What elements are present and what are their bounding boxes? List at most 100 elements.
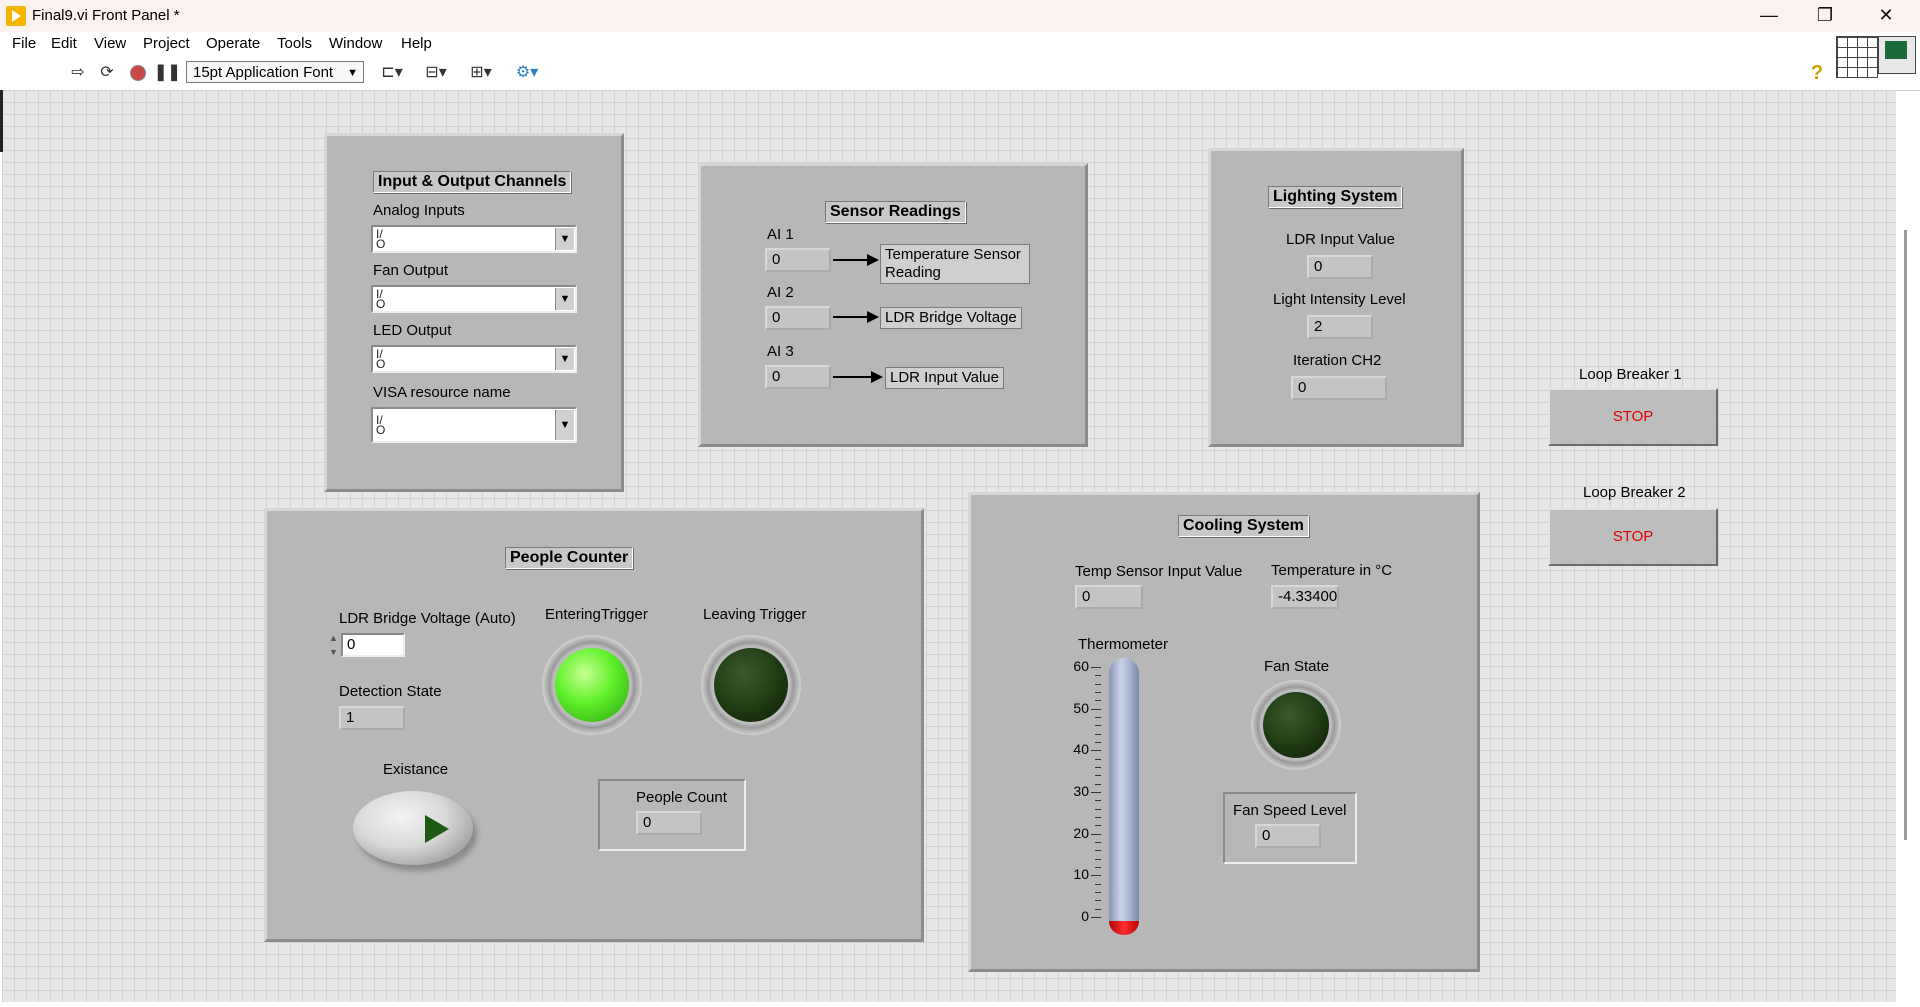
ldr-input-value-indicator: 0 xyxy=(1307,255,1373,279)
leaving-trigger-led xyxy=(714,648,788,722)
thermometer-minor-tick xyxy=(1095,675,1101,677)
thermometer-minor-tick xyxy=(1095,858,1101,860)
thermometer-minor-tick xyxy=(1095,792,1101,793)
ai1-indicator: 0 xyxy=(765,248,831,272)
restore-button[interactable]: ❐ xyxy=(1797,0,1853,32)
menu-project[interactable]: Project xyxy=(143,35,190,52)
increment-decrement-icon[interactable]: ▲ ▼ xyxy=(327,631,340,661)
sensor-readings-panel: Sensor Readings AI 1 0 Temperature Senso… xyxy=(698,163,1088,447)
thermometer-minor-tick xyxy=(1095,842,1101,843)
thermometer-minor-tick xyxy=(1095,667,1101,668)
fan-state-led-bezel xyxy=(1251,680,1341,770)
sensor-panel-title: Sensor Readings xyxy=(825,201,966,223)
resize-icon[interactable]: ⊞▾ xyxy=(464,62,498,84)
io-channels-panel: Input & Output Channels Analog Inputs I/… xyxy=(324,133,624,492)
thermometer-minor-tick xyxy=(1095,775,1101,777)
reorder-icon[interactable]: ⚙▾ xyxy=(510,62,544,84)
thermometer-minor-tick xyxy=(1095,750,1101,752)
fan-state-label: Fan State xyxy=(1264,658,1330,675)
leaving-trigger-label: Leaving Trigger xyxy=(703,606,807,623)
detection-state-label: Detection State xyxy=(339,683,442,700)
menu-help[interactable]: Help xyxy=(401,35,432,52)
io-icon: I/O xyxy=(376,227,386,251)
temp-sensor-input-indicator: 0 xyxy=(1075,585,1143,609)
detection-state-indicator: 1 xyxy=(339,706,405,730)
window-title: Final9.vi Front Panel * xyxy=(32,7,180,24)
arrow-icon xyxy=(833,371,883,383)
pause-icon[interactable]: ❚❚ xyxy=(154,62,181,84)
menu-file[interactable]: File xyxy=(12,35,36,52)
io-icon: I/O xyxy=(376,413,386,437)
thermometer-minor-tick xyxy=(1095,892,1101,893)
vi-icon[interactable] xyxy=(1878,36,1916,74)
analog-inputs-combo[interactable]: I/O ▼ xyxy=(371,225,577,253)
minimize-button[interactable]: — xyxy=(1741,0,1797,32)
thermometer-minor-tick xyxy=(1095,817,1101,818)
chevron-down-icon: ▼ xyxy=(347,67,358,79)
font-selector[interactable]: 15pt Application Font ▼ xyxy=(186,61,364,83)
thermometer-minor-tick xyxy=(1095,742,1101,743)
menu-view[interactable]: View xyxy=(94,35,126,52)
people-count-label: People Count xyxy=(636,789,727,806)
loop-breaker-1-stop-button[interactable]: STOP xyxy=(1548,388,1718,446)
loop-breaker-2-stop-button[interactable]: STOP xyxy=(1548,508,1718,566)
menu-operate[interactable]: Operate xyxy=(206,35,260,52)
thermometer-fill xyxy=(1109,921,1139,935)
align-icon[interactable]: ⊏▾ xyxy=(376,62,408,84)
abort-icon[interactable] xyxy=(128,62,148,84)
temperature-sensor-reading-tag: Temperature Sensor Reading xyxy=(880,244,1030,284)
menu-window[interactable]: Window xyxy=(329,35,382,52)
close-button[interactable]: ✕ xyxy=(1858,0,1914,32)
thermometer-minor-tick xyxy=(1095,908,1101,910)
ldr-bridge-voltage-auto-control[interactable]: 0 xyxy=(341,633,405,657)
ai2-label: AI 2 xyxy=(767,284,794,301)
chevron-down-icon[interactable]: ▼ xyxy=(555,348,574,370)
fan-speed-box: Fan Speed Level 0 xyxy=(1223,792,1357,864)
thermometer-minor-tick xyxy=(1095,692,1101,693)
run-continuous-icon[interactable]: ⟳ xyxy=(96,62,118,84)
thermometer-tick-label: 60 xyxy=(1073,658,1089,674)
cooling-panel-title: Cooling System xyxy=(1178,515,1309,537)
io-icon: I/O xyxy=(376,347,386,371)
thermometer-minor-tick xyxy=(1095,758,1101,760)
light-intensity-label: Light Intensity Level xyxy=(1273,291,1406,308)
ai1-label: AI 1 xyxy=(767,226,794,243)
leaving-trigger-led-bezel xyxy=(701,635,801,735)
analog-inputs-label: Analog Inputs xyxy=(373,202,465,219)
entering-trigger-label: EnteringTrigger xyxy=(545,606,648,623)
thermometer-minor-tick xyxy=(1095,717,1101,718)
thermometer-tick-label: 40 xyxy=(1073,741,1089,758)
light-intensity-indicator: 2 xyxy=(1307,315,1373,339)
run-arrow-icon[interactable]: ⇨ xyxy=(68,62,88,84)
visa-resource-combo[interactable]: I/O ▼ xyxy=(371,407,577,443)
thermometer-tick-label: 0 xyxy=(1081,908,1089,924)
led-output-combo[interactable]: I/O ▼ xyxy=(371,345,577,373)
chevron-down-icon[interactable]: ▼ xyxy=(555,410,574,440)
chevron-down-icon[interactable]: ▼ xyxy=(555,228,574,250)
help-icon[interactable]: ? xyxy=(1806,62,1828,84)
thermometer-label: Thermometer xyxy=(1078,636,1169,653)
ldr-bridge-voltage-auto-label: LDR Bridge Voltage (Auto) xyxy=(339,610,516,627)
fan-output-combo[interactable]: I/O ▼ xyxy=(371,285,577,313)
existance-toggle-button[interactable] xyxy=(353,791,473,865)
distribute-icon[interactable]: ⊟▾ xyxy=(420,62,452,84)
chevron-down-icon[interactable]: ▼ xyxy=(555,288,574,310)
menu-edit[interactable]: Edit xyxy=(51,35,77,52)
fan-output-label: Fan Output xyxy=(373,262,449,279)
canvas-left-edge xyxy=(0,90,3,152)
people-panel-title: People Counter xyxy=(505,547,634,569)
thermometer-tick-label: 50 xyxy=(1073,699,1089,716)
iteration-ch2-label: Iteration CH2 xyxy=(1293,352,1382,369)
ai3-label: AI 3 xyxy=(767,343,794,360)
thermometer-minor-tick xyxy=(1095,725,1101,727)
existance-label: Existance xyxy=(383,761,449,778)
loop-breaker-1-label: Loop Breaker 1 xyxy=(1579,366,1682,383)
connector-pane-icon[interactable] xyxy=(1836,36,1878,78)
vertical-scrollbar[interactable] xyxy=(1904,230,1907,840)
led-output-label: LED Output xyxy=(373,322,452,339)
title-bar: Final9.vi Front Panel * — ❐ ✕ xyxy=(0,0,1920,32)
menu-tools[interactable]: Tools xyxy=(277,35,312,52)
io-icon: I/O xyxy=(376,287,386,311)
thermometer-minor-tick xyxy=(1095,708,1101,710)
font-selector-label: 15pt Application Font xyxy=(193,64,334,81)
